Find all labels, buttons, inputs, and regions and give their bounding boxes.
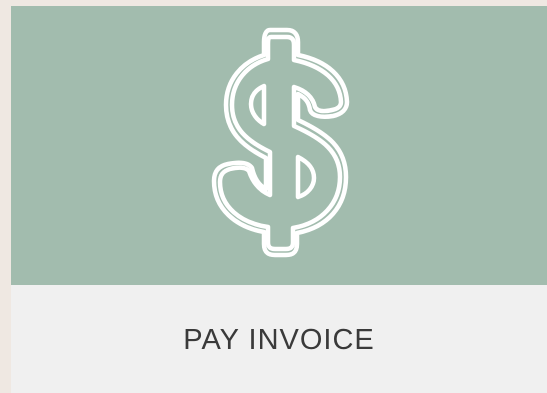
pay-invoice-label[interactable]: PAY INVOICE (11, 285, 547, 393)
card-footer[interactable]: PAY INVOICE (11, 285, 547, 393)
pay-invoice-card[interactable]: PAY INVOICE (11, 6, 547, 393)
dollar-sign-icon (211, 27, 350, 258)
card-hero-panel (11, 6, 547, 285)
